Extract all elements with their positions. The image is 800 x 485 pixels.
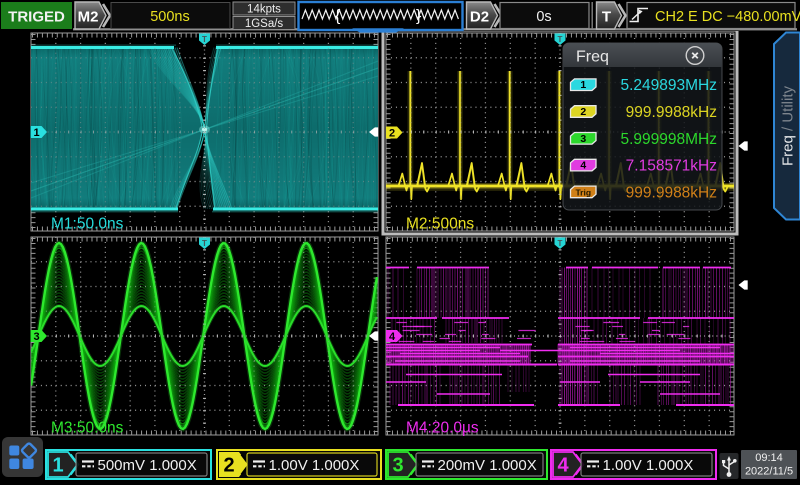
- svg-text:3: 3: [33, 331, 39, 343]
- svg-text:999.9988kHz: 999.9988kHz: [626, 184, 717, 201]
- svg-text:T: T: [202, 239, 207, 248]
- svg-text:2: 2: [389, 128, 395, 140]
- svg-text:3: 3: [580, 133, 586, 145]
- svg-text:Trig: Trig: [575, 187, 591, 197]
- svg-text:2: 2: [580, 106, 586, 118]
- svg-text:2022/11/5: 2022/11/5: [745, 466, 793, 478]
- svg-text:D2: D2: [470, 8, 489, 25]
- svg-text:7.158571kHz: 7.158571kHz: [626, 158, 717, 175]
- svg-text:Freq / Utility: Freq / Utility: [780, 85, 797, 166]
- svg-text:M3:50.0ns: M3:50.0ns: [51, 420, 124, 437]
- svg-text:M2: M2: [78, 8, 99, 25]
- svg-text:T: T: [558, 35, 563, 44]
- svg-text:T: T: [558, 239, 563, 248]
- svg-text:1: 1: [33, 127, 39, 139]
- svg-text:200mV 1.000X: 200mV 1.000X: [438, 457, 537, 474]
- svg-text:1.00V 1.000X: 1.00V 1.000X: [269, 457, 360, 474]
- svg-text:4: 4: [389, 331, 396, 343]
- svg-text:M1:50.0ns: M1:50.0ns: [51, 216, 124, 233]
- svg-text:{: {: [335, 8, 341, 25]
- svg-text:M4:20.0µs: M4:20.0µs: [406, 420, 479, 437]
- svg-text:TRIGED: TRIGED: [8, 9, 65, 26]
- svg-text:}: }: [416, 8, 422, 25]
- svg-text:Freq: Freq: [576, 49, 609, 66]
- svg-text:T: T: [602, 8, 611, 25]
- svg-text:3: 3: [392, 455, 403, 477]
- svg-text:14kpts: 14kpts: [247, 4, 281, 16]
- svg-text:1.00V 1.000X: 1.00V 1.000X: [603, 457, 694, 474]
- svg-text:999.9988kHz: 999.9988kHz: [626, 104, 717, 121]
- svg-text:4: 4: [557, 455, 569, 477]
- svg-text:CH2 E DC −480.00mV: CH2 E DC −480.00mV: [655, 9, 800, 25]
- svg-text:1GSa/s: 1GSa/s: [245, 18, 284, 30]
- svg-text:2: 2: [223, 455, 234, 477]
- svg-text:T: T: [202, 35, 207, 44]
- svg-text:09:14: 09:14: [755, 452, 783, 464]
- svg-text:1: 1: [52, 455, 63, 477]
- svg-text:5.999998MHz: 5.999998MHz: [620, 131, 717, 148]
- svg-text:4: 4: [580, 160, 586, 172]
- svg-text:500ns: 500ns: [150, 9, 190, 25]
- svg-text:M2:500ns: M2:500ns: [406, 216, 474, 233]
- svg-text:1: 1: [580, 79, 586, 91]
- svg-text:0s: 0s: [536, 9, 551, 25]
- svg-text:5.249893MHz: 5.249893MHz: [620, 77, 717, 94]
- svg-text:500mV 1.000X: 500mV 1.000X: [98, 457, 197, 474]
